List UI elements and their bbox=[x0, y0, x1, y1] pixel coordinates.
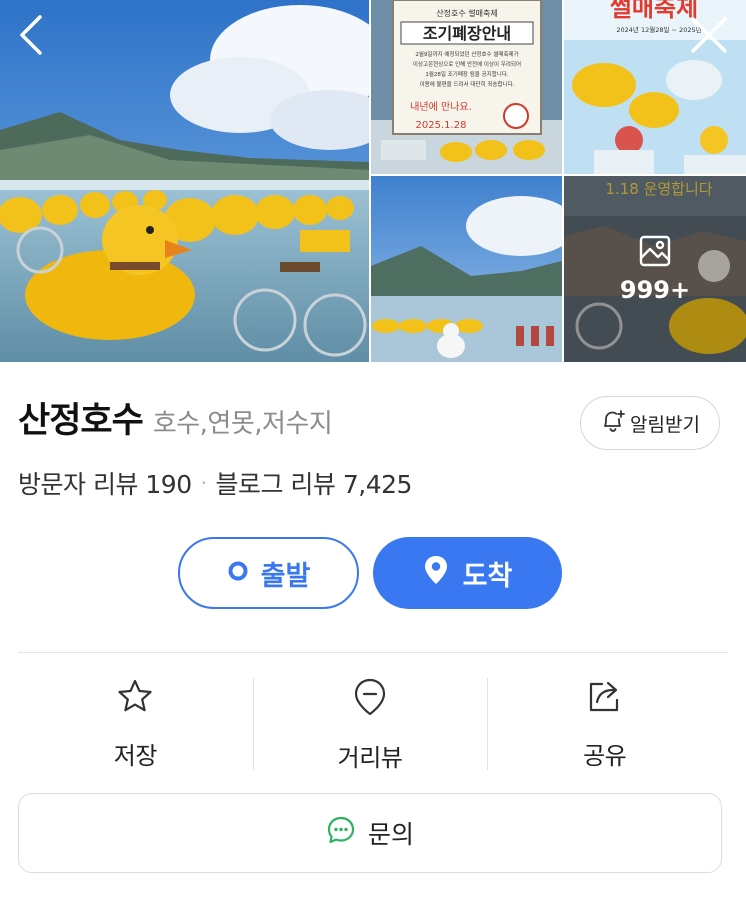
notice-title: 조기폐장안내 bbox=[423, 24, 511, 43]
close-icon bbox=[690, 16, 728, 58]
share-button[interactable]: 공유 bbox=[487, 676, 722, 770]
notice-line: 이상고온현상으로 인해 안전에 이상이 우려되어 bbox=[413, 60, 521, 68]
depart-button[interactable]: 출발 bbox=[178, 537, 359, 609]
notification-button-label: 알림받기 bbox=[630, 413, 700, 436]
arrive-button[interactable]: 도착 bbox=[373, 537, 562, 609]
main-photo[interactable] bbox=[0, 0, 369, 362]
share-icon bbox=[586, 676, 624, 718]
more-photos-count: 999+ bbox=[619, 276, 691, 304]
notice-line: 2월9일까지 예정되었던 산정호수 썰매축제가 bbox=[415, 50, 518, 58]
place-name: 산정호수 bbox=[18, 401, 144, 441]
notice-footer: 내년에 만나요. bbox=[410, 101, 472, 113]
inquiry-button-label: 문의 bbox=[367, 820, 414, 849]
notice-date: 2025.1.28 bbox=[416, 120, 467, 131]
notice-header: 산정호수 썰매축제 bbox=[436, 8, 497, 18]
more-photos-overlay: 999+ bbox=[564, 176, 746, 362]
street-view-button-label: 거리뷰 bbox=[337, 744, 403, 772]
close-button[interactable] bbox=[686, 14, 732, 60]
notice-line: 이용에 불편을 드려서 대단히 죄송합니다. bbox=[420, 80, 515, 88]
separator-dot: · bbox=[200, 471, 207, 495]
action-bar: 저장 거리뷰 공유 bbox=[18, 676, 722, 772]
save-button-label: 저장 bbox=[113, 742, 158, 770]
star-icon bbox=[116, 676, 154, 718]
lake-photo[interactable] bbox=[371, 176, 562, 362]
notice-line: 1월28일 조기폐장 됨을 공지합니다. bbox=[425, 70, 509, 78]
depart-button-label: 출발 bbox=[260, 560, 311, 592]
place-title-row: 산정호수 호수,연못,저수지 bbox=[18, 392, 333, 443]
place-category: 호수,연못,저수지 bbox=[152, 409, 333, 439]
share-button-label: 공유 bbox=[583, 742, 627, 770]
back-button[interactable] bbox=[8, 14, 54, 60]
save-button[interactable]: 저장 bbox=[18, 676, 253, 770]
visitor-review-count: 190 bbox=[145, 470, 192, 499]
street-view-icon bbox=[353, 676, 387, 720]
blog-review-count: 7,425 bbox=[342, 470, 413, 499]
back-arrow-icon bbox=[16, 14, 46, 60]
visitor-review-label: 방문자 리뷰 bbox=[18, 470, 138, 499]
gallery-icon bbox=[638, 234, 672, 268]
street-view-button[interactable]: 거리뷰 bbox=[252, 676, 488, 772]
more-photos-tile[interactable]: 1.18 운영합니다 999+ bbox=[564, 176, 746, 362]
notice-photo[interactable]: 산정호수 썰매축제 조기폐장안내 2월9일까지 예정되었던 산정호수 썰매축제가… bbox=[371, 0, 562, 174]
review-summary: 방문자 리뷰 190 · 블로그 리뷰 7,425 bbox=[18, 465, 412, 501]
notification-button[interactable]: 알림받기 bbox=[580, 396, 720, 450]
section-divider bbox=[18, 652, 728, 653]
inquiry-button[interactable]: 문의 bbox=[18, 793, 722, 873]
blog-review-label: 블로그 리뷰 bbox=[215, 470, 336, 499]
festival-title: 썰매축제 bbox=[610, 0, 698, 22]
bell-plus-icon bbox=[600, 408, 626, 439]
arrive-button-label: 도착 bbox=[462, 560, 513, 592]
photo-gallery: 산정호수 썰매축제 조기폐장안내 2월9일까지 예정되었던 산정호수 썰매축제가… bbox=[0, 0, 746, 362]
chat-bubble-icon bbox=[326, 815, 356, 851]
location-pin-icon bbox=[423, 555, 449, 592]
visitor-review-link[interactable]: 방문자 리뷰 190 bbox=[18, 465, 192, 501]
blog-review-link[interactable]: 블로그 리뷰 7,425 bbox=[215, 465, 413, 501]
location-dot-icon bbox=[227, 558, 249, 589]
